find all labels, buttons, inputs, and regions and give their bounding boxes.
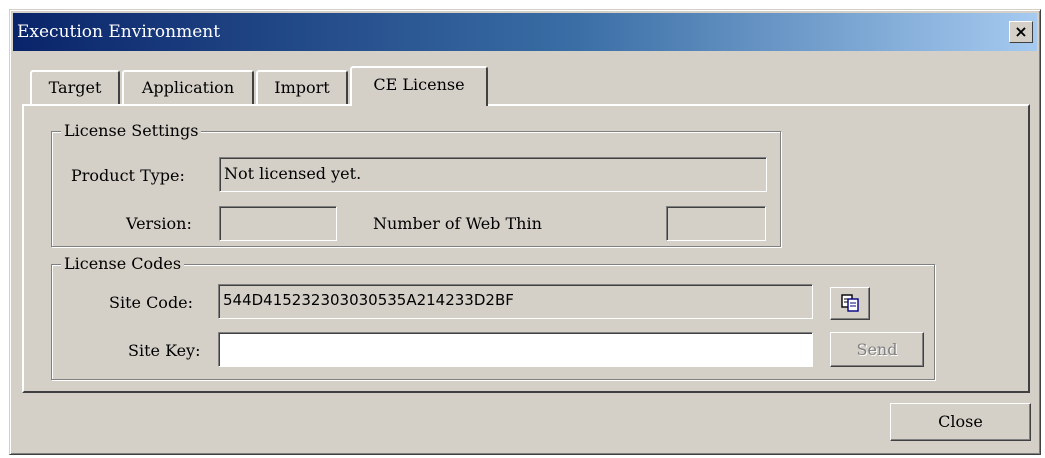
tab-application-label: Application	[141, 78, 235, 97]
license-settings-group: License Settings Product Type: Not licen…	[51, 121, 781, 247]
close-button[interactable]: Close	[890, 403, 1031, 441]
copy-icon	[841, 294, 859, 312]
tab-target[interactable]: Target	[30, 70, 120, 104]
product-type-label: Product Type:	[71, 166, 185, 185]
tab-target-label: Target	[48, 78, 102, 97]
tab-application[interactable]: Application	[122, 70, 254, 104]
license-codes-group: License Codes Site Code: 544D41523230303…	[51, 254, 935, 380]
close-icon: ×	[1014, 22, 1028, 41]
product-type-field: Not licensed yet.	[219, 157, 767, 192]
version-field	[219, 206, 337, 241]
web-thin-field	[666, 206, 766, 241]
dialog-window: Execution Environment × Target Applicati…	[9, 9, 1041, 455]
copy-site-code-button[interactable]	[830, 287, 870, 320]
close-window-button[interactable]: ×	[1009, 21, 1033, 43]
window-title: Execution Environment	[17, 22, 221, 42]
title-bar[interactable]: Execution Environment ×	[13, 13, 1037, 51]
send-button-label: Send	[856, 340, 898, 359]
tab-ce-license[interactable]: CE License	[350, 66, 488, 106]
version-label: Version:	[126, 214, 192, 233]
send-button[interactable]: Send	[830, 332, 924, 367]
tab-import-label: Import	[274, 78, 330, 97]
tab-import[interactable]: Import	[256, 70, 348, 104]
license-codes-legend: License Codes	[61, 254, 185, 274]
site-code-field[interactable]: 544D415232303030535A214233D2BF	[218, 284, 813, 319]
site-key-input[interactable]	[218, 332, 813, 367]
tab-ce-license-label: CE License	[373, 75, 465, 94]
ce-license-panel: License Settings Product Type: Not licen…	[22, 104, 1030, 393]
web-thin-label: Number of Web Thin	[373, 214, 542, 233]
site-code-label: Site Code:	[109, 293, 194, 312]
close-button-label: Close	[938, 412, 983, 431]
license-settings-legend: License Settings	[61, 121, 202, 141]
site-code-value: 544D415232303030535A214233D2BF	[223, 291, 514, 309]
product-type-value: Not licensed yet.	[224, 164, 362, 183]
site-key-label: Site Key:	[128, 341, 201, 360]
